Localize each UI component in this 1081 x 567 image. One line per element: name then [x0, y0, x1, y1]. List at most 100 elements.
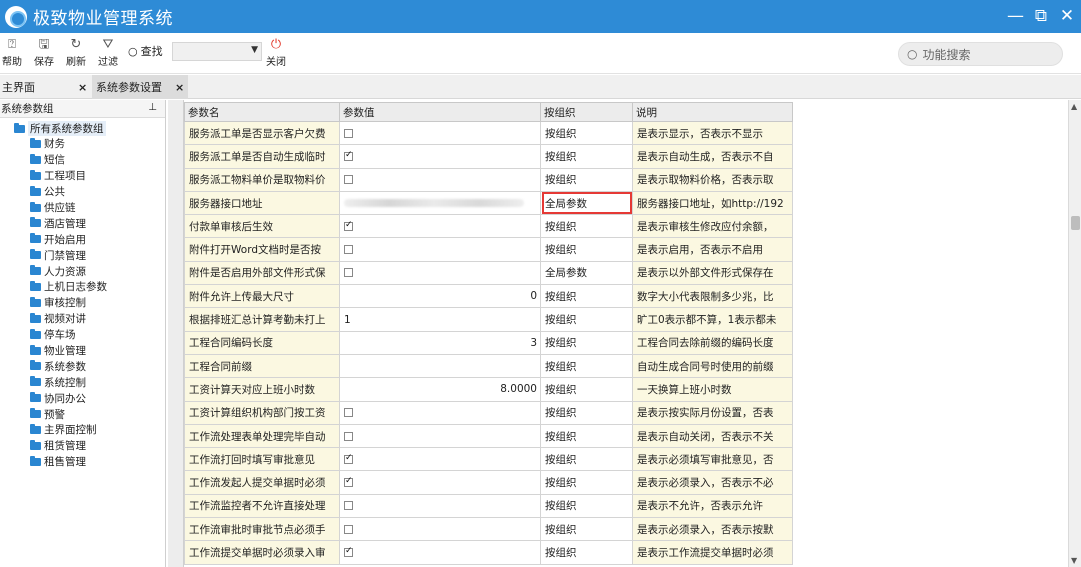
tree-item[interactable]: 开始启用: [30, 231, 107, 247]
param-org-cell[interactable]: 按组织: [540, 423, 633, 449]
param-org-cell[interactable]: 按组织: [540, 377, 633, 402]
param-checkbox[interactable]: [344, 268, 353, 278]
param-value-cell[interactable]: [339, 447, 541, 472]
table-row[interactable]: 工作流监控者不允许直接处理 按组织 是表示不允许，否表示允许: [184, 493, 793, 519]
table-row[interactable]: 工资计算天对应上班小时数 8.0000 按组织 一天换算上班小时数: [184, 377, 793, 402]
param-org-cell[interactable]: 按组织: [540, 167, 633, 192]
table-row[interactable]: 服务派工单是否显示客户欠费 按组织 是表示显示，否表示不显示: [184, 120, 793, 146]
scroll-up-icon[interactable]: ▲: [1071, 102, 1077, 111]
param-org-cell[interactable]: 按组织: [540, 307, 633, 332]
table-row[interactable]: 工作流提交单据时必须录入审 按组织是表示工作流提交单据时必须: [184, 540, 793, 565]
param-checkbox[interactable]: [344, 408, 353, 418]
table-row[interactable]: 根据排班汇总计算考勤未打上 1 按组织 旷工0表示都不算，1表示都未: [184, 307, 793, 332]
tree-item[interactable]: 人力资源: [30, 263, 107, 279]
col-header-desc[interactable]: 说明: [632, 102, 793, 122]
param-org-cell[interactable]: 全局参数: [540, 190, 633, 216]
param-org-cell[interactable]: 按组织: [540, 540, 633, 565]
restore-icon[interactable]: ⧉: [1033, 6, 1049, 26]
table-row[interactable]: 服务器接口地址 全局参数 服务器接口地址，如http://192: [184, 190, 793, 216]
table-row[interactable]: 工作流审批时审批节点必须手 按组织 是表示必须录入，否表示按默: [184, 517, 793, 542]
param-org-cell[interactable]: 按组织: [540, 214, 633, 239]
col-header-value[interactable]: 参数值: [339, 102, 541, 122]
scroll-thumb[interactable]: [1071, 216, 1080, 230]
vertical-scrollbar[interactable]: ▲ ▼: [1068, 100, 1081, 567]
tree-item[interactable]: 财务: [30, 136, 107, 152]
param-value-cell[interactable]: [339, 190, 541, 216]
table-row[interactable]: 工程合同编码长度 3 按组织 工程合同去除前缀的编码长度: [184, 330, 793, 355]
tree-item[interactable]: 上机日志参数: [30, 279, 107, 295]
param-checkbox[interactable]: [344, 431, 353, 441]
param-checkbox[interactable]: [344, 453, 353, 464]
function-search-input[interactable]: ○ 功能搜索: [898, 42, 1063, 66]
table-row[interactable]: 付款单审核后生效 按组织是表示审核生修改应付余额，: [184, 214, 793, 239]
param-checkbox[interactable]: [344, 476, 353, 488]
param-org-cell[interactable]: 按组织: [540, 284, 633, 309]
table-row[interactable]: 工作流打回时填写审批意见 按组织是表示必须填写审批意见，否: [184, 447, 793, 472]
tree-item[interactable]: 停车场: [30, 327, 107, 343]
param-value-cell[interactable]: [339, 540, 541, 565]
tree-item[interactable]: 系统参数: [30, 358, 107, 374]
find-button[interactable]: ○ 查找: [128, 43, 163, 59]
tree-item[interactable]: 协同办公: [30, 390, 107, 406]
tree-item[interactable]: 物业管理: [30, 343, 107, 359]
param-value-cell[interactable]: [339, 400, 541, 425]
param-org-cell[interactable]: 按组织: [540, 470, 633, 495]
refresh-button[interactable]: ↻ 刷新: [66, 37, 86, 68]
param-checkbox[interactable]: [344, 501, 353, 511]
param-value-cell[interactable]: [339, 423, 541, 449]
table-row[interactable]: 工资计算组织机构部门按工资 按组织 是表示按实际月份设置，否表: [184, 400, 793, 425]
tree-item[interactable]: 门禁管理: [30, 247, 107, 263]
tree-item[interactable]: 酒店管理: [30, 215, 107, 231]
col-header-org[interactable]: 按组织: [540, 102, 633, 122]
scroll-down-icon[interactable]: ▼: [1071, 556, 1077, 565]
param-value-cell[interactable]: [339, 167, 541, 192]
table-row[interactable]: 附件允许上传最大尺寸 0 按组织 数字大小代表限制多少兆，比: [184, 284, 793, 309]
param-checkbox[interactable]: [344, 524, 353, 534]
param-checkbox[interactable]: [344, 220, 353, 231]
param-org-cell[interactable]: 按组织: [540, 517, 633, 542]
param-org-cell[interactable]: 全局参数: [540, 260, 633, 286]
param-value-cell[interactable]: 1: [339, 307, 541, 332]
param-value-cell[interactable]: [339, 493, 541, 519]
table-row[interactable]: 附件是否启用外部文件形式保 全局参数 是表示以外部文件形式保存在: [184, 260, 793, 286]
param-checkbox[interactable]: [344, 546, 353, 557]
param-checkbox[interactable]: [344, 245, 353, 255]
tree-item[interactable]: 审核控制: [30, 295, 107, 311]
param-org-cell[interactable]: 按组织: [540, 400, 633, 425]
table-row[interactable]: 工作流发起人提交单据时必须 按组织是表示必须录入，否表示不必: [184, 470, 793, 495]
table-row[interactable]: 工作流处理表单处理完毕自动 按组织 是表示自动关闭，否表示不关: [184, 423, 793, 449]
tab-home[interactable]: 主界面 ×: [0, 75, 90, 99]
param-value-cell[interactable]: [339, 120, 541, 146]
tree-root[interactable]: 所有系统参数组: [14, 121, 106, 136]
find-select[interactable]: ▼: [172, 42, 262, 61]
param-value-cell[interactable]: [339, 214, 541, 239]
param-value-cell[interactable]: [339, 517, 541, 542]
tree-item[interactable]: 系统控制: [30, 374, 107, 390]
param-checkbox[interactable]: [344, 150, 353, 161]
param-org-cell[interactable]: 按组织: [540, 120, 633, 146]
param-value-cell[interactable]: 3: [339, 330, 541, 355]
table-row[interactable]: 工程合同前缀 按组织 自动生成合同号时使用的前缀: [184, 353, 793, 379]
pin-icon[interactable]: ⊥: [148, 102, 157, 113]
tree-item[interactable]: 主界面控制: [30, 422, 107, 438]
close-button[interactable]: ⏻ 关闭: [266, 37, 286, 68]
tree-item[interactable]: 工程项目: [30, 168, 107, 184]
col-header-name[interactable]: 参数名: [184, 102, 340, 122]
tree-item[interactable]: 租售管理: [30, 454, 107, 470]
tree-item[interactable]: 租赁管理: [30, 438, 107, 454]
tree-item[interactable]: 预警: [30, 406, 107, 422]
param-value-cell[interactable]: [339, 237, 541, 262]
help-button[interactable]: ⍰ 帮助: [2, 37, 22, 68]
param-checkbox[interactable]: [344, 175, 353, 185]
param-org-cell[interactable]: 按组织: [540, 353, 633, 379]
param-org-cell[interactable]: 按组织: [540, 493, 633, 519]
param-org-cell[interactable]: 按组织: [540, 144, 633, 169]
tree-item[interactable]: 短信: [30, 152, 107, 168]
tree-item[interactable]: 公共: [30, 184, 107, 200]
close-window-icon[interactable]: ✕: [1059, 6, 1075, 26]
param-value-cell[interactable]: 8.0000: [339, 377, 541, 402]
close-tab-icon[interactable]: ×: [78, 81, 87, 94]
tree-item[interactable]: 视频对讲: [30, 311, 107, 327]
param-value-cell[interactable]: [339, 353, 541, 379]
minimize-icon[interactable]: —: [1007, 6, 1024, 26]
